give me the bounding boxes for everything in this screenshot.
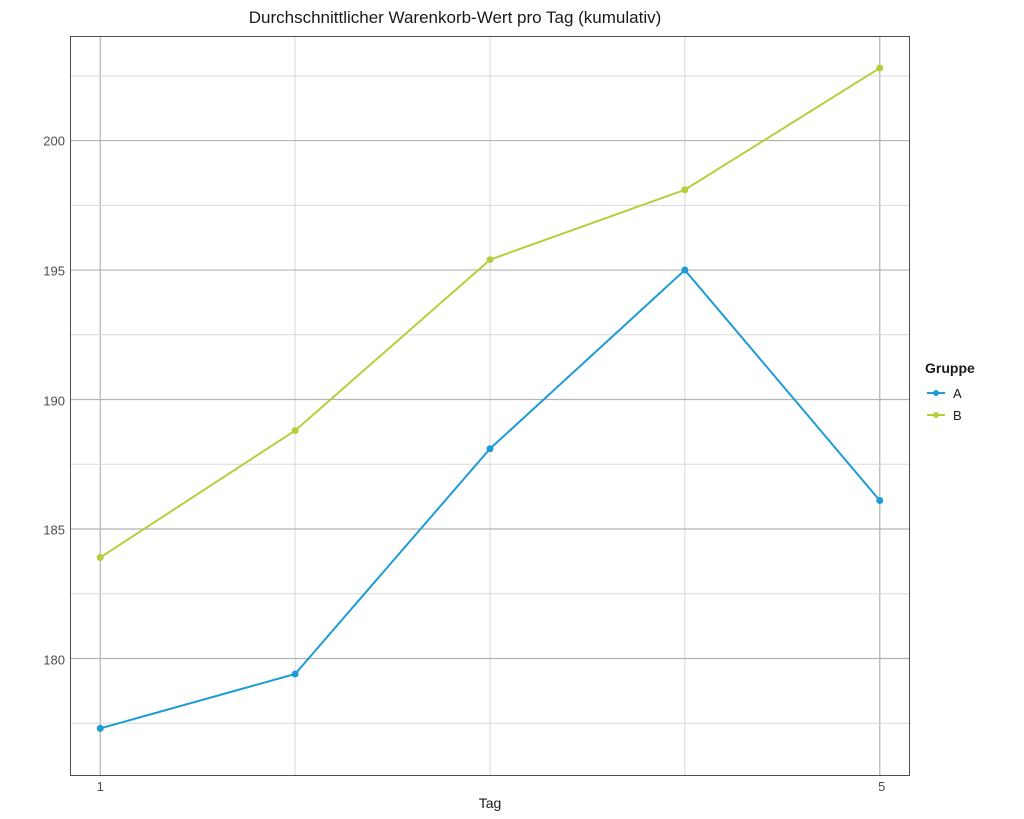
legend-item-label: B <box>953 408 962 423</box>
x-tick-label: 5 <box>878 775 885 794</box>
legend-item: B <box>925 404 975 426</box>
chart-title: Durchschnittlicher Warenkorb-Wert pro Ta… <box>0 8 910 28</box>
y-tick-label: 185 <box>43 523 71 538</box>
x-axis-label: Tag <box>70 795 910 811</box>
legend-title: Gruppe <box>925 360 975 376</box>
legend-item: A <box>925 382 975 404</box>
legend-key-icon <box>925 407 947 423</box>
y-tick-label: 190 <box>43 393 71 408</box>
x-tick-label: 1 <box>97 775 104 794</box>
chart-container: Durchschnittlicher Warenkorb-Wert pro Ta… <box>0 0 1024 819</box>
y-tick-label: 195 <box>43 263 71 278</box>
legend: Gruppe AB <box>925 360 975 426</box>
y-tick-label: 200 <box>43 133 71 148</box>
legend-key-icon <box>925 385 947 401</box>
plot-area: 18018519019520015 <box>70 36 910 776</box>
legend-item-label: A <box>953 386 962 401</box>
y-tick-label: 180 <box>43 653 71 668</box>
